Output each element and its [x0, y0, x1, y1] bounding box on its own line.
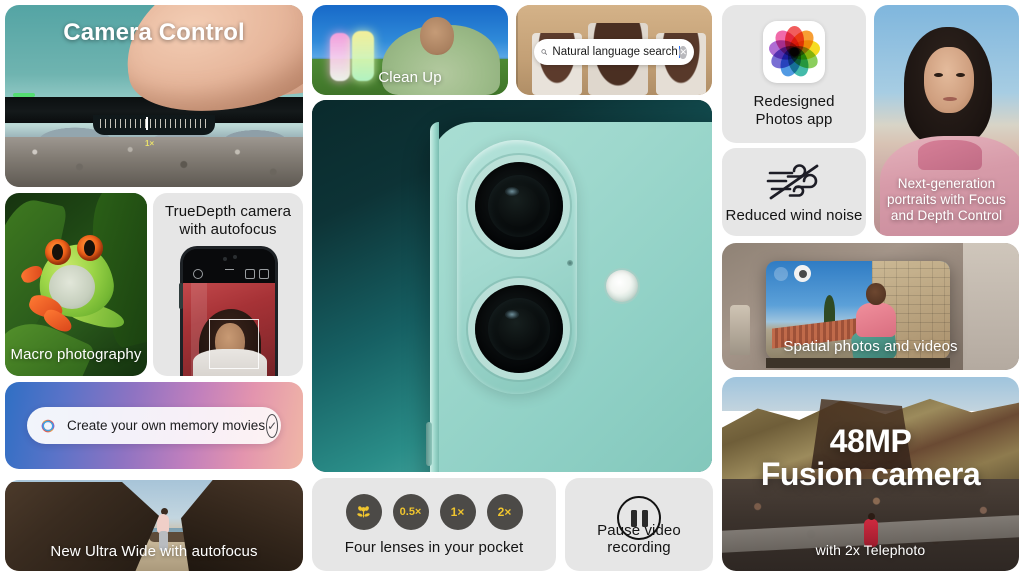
- flower-icon: [357, 505, 370, 517]
- tile-macro-photography[interactable]: Macro photography: [5, 193, 147, 376]
- tile-wind-noise[interactable]: Reduced wind noise: [722, 148, 866, 236]
- phone-volume-button: [179, 283, 183, 309]
- feature-grid: 1× Camera Control Clean Up Natural langu…: [0, 0, 1024, 576]
- frog-pupil-left: [52, 244, 63, 260]
- memory-movie-input[interactable]: Create your own memory movies ✓: [27, 407, 281, 444]
- status-led: [13, 93, 35, 97]
- clear-search-icon[interactable]: ✕: [679, 45, 687, 59]
- hiker-head: [868, 513, 875, 520]
- camera-control-caption: Camera Control: [63, 19, 245, 46]
- portraits-caption-line2: portraits with Focus: [886, 192, 1007, 208]
- iphone-side-button: [426, 422, 432, 466]
- lens-glint: [504, 186, 519, 196]
- fusion-title-line1: 48MP: [829, 423, 912, 459]
- photos-app-icon[interactable]: [763, 21, 825, 83]
- tile-clean-up[interactable]: Clean Up: [312, 5, 508, 95]
- portraits-caption: Next-generation portraits with Focus and…: [874, 176, 1019, 224]
- chevron-icon: [225, 269, 234, 274]
- sensor-dot-2: [233, 255, 237, 259]
- lens-inner-ring: [488, 175, 550, 237]
- person-head: [420, 17, 454, 55]
- tile-fusion-camera[interactable]: 48MP Fusion camera with 2x Telephoto: [722, 377, 1019, 571]
- tile-photos-app[interactable]: Redesigned Photos app: [722, 5, 866, 143]
- wind-noise-caption: Reduced wind noise: [725, 207, 863, 225]
- tile-truedepth-camera[interactable]: TrueDepth camera with autofocus: [153, 193, 303, 376]
- microphone-hole: [567, 260, 573, 266]
- fusion-subtitle: with 2x Telephoto: [815, 542, 926, 559]
- iphone-side-edge: [430, 122, 439, 472]
- photos-app-caption-line2: Photos app: [755, 110, 833, 128]
- ultra-wide-caption: New Ultra Wide with autofocus: [50, 543, 258, 561]
- subject-mouth: [943, 97, 957, 101]
- portraits-caption-line3: and Depth Control: [890, 208, 1003, 224]
- macro-caption: Macro photography: [10, 346, 142, 364]
- lens-2x-button[interactable]: 2×: [486, 494, 523, 530]
- tile-four-lenses[interactable]: 0.5× 1× 2× Four lenses in your pocket: [312, 478, 556, 571]
- macro-lens-button[interactable]: [345, 494, 382, 530]
- spatial-badge-icon[interactable]: [794, 265, 811, 282]
- truedepth-caption: TrueDepth camera with autofocus: [153, 203, 303, 238]
- fusion-title-line2: Fusion camera: [760, 455, 981, 492]
- portraits-caption-line1: Next-generation: [897, 176, 996, 192]
- frog-pupil-right: [84, 240, 95, 256]
- phone-mockup: [183, 249, 275, 376]
- clean-up-caption: Clean Up: [378, 69, 442, 87]
- zoom-indicator-label: 1×: [145, 139, 155, 148]
- camera-flash: [606, 270, 638, 302]
- slider-active-tick: [146, 117, 148, 130]
- tile-pause-video[interactable]: Pause video recording: [565, 478, 713, 571]
- camera-lens-bottom: [475, 285, 563, 373]
- frog-eye-left: [45, 239, 71, 265]
- lens-button-row: 0.5× 1× 2×: [312, 494, 556, 530]
- confirm-button[interactable]: ✓: [266, 413, 279, 438]
- autofocus-frame: [209, 319, 259, 369]
- flash-icon: [193, 269, 203, 279]
- pause-video-caption: Pause video recording: [597, 521, 681, 557]
- photos-app-caption-line1: Redesigned: [753, 93, 835, 110]
- search-input[interactable]: Natural language search ✕: [534, 39, 694, 65]
- memory-movie-value: Create your own memory movies: [67, 418, 266, 433]
- tile-iphone-camera-hero[interactable]: [312, 100, 712, 472]
- back-button[interactable]: [774, 267, 788, 281]
- lens-0-5x-button[interactable]: 0.5×: [392, 494, 429, 530]
- subject-collar: [918, 140, 982, 170]
- person-shirt: [856, 303, 896, 337]
- subject-eye-left: [934, 73, 943, 77]
- live-photo-icon: [245, 269, 255, 279]
- camera-lens-top: [475, 162, 563, 250]
- photos-app-caption: Redesigned Photos app: [722, 93, 866, 128]
- spatial-caption: Spatial photos and videos: [783, 338, 958, 356]
- sensor-dot-1: [223, 257, 227, 261]
- tile-portraits[interactable]: Next-generation portraits with Focus and…: [874, 5, 1019, 236]
- badge-dot: [798, 269, 807, 278]
- tile-memory-movies[interactable]: Create your own memory movies ✓: [5, 382, 303, 469]
- tile-natural-language-search[interactable]: Natural language search ✕: [516, 5, 712, 95]
- truedepth-caption-line1: TrueDepth camera: [164, 203, 292, 220]
- subject-eye-right: [956, 73, 965, 77]
- window-ledge: [766, 358, 950, 368]
- four-lenses-caption: Four lenses in your pocket: [344, 539, 524, 557]
- lens-1x-button[interactable]: 1×: [439, 494, 476, 530]
- person-head: [866, 283, 886, 305]
- viewfinder-preview: [183, 283, 275, 376]
- fusion-title: 48MP Fusion camera: [722, 425, 1019, 490]
- tile-camera-control[interactable]: 1× Camera Control: [5, 5, 303, 187]
- lens-glint: [504, 309, 519, 319]
- wind-noise-off-icon: [766, 164, 819, 200]
- truedepth-caption-line2: with autofocus: [179, 220, 277, 238]
- tile-ultra-wide[interactable]: New Ultra Wide with autofocus: [5, 480, 303, 571]
- frog-eye-right: [77, 235, 103, 261]
- lens-inner-ring: [488, 298, 550, 360]
- tile-spatial-photos[interactable]: Spatial photos and videos: [722, 243, 1019, 370]
- search-input-value: Natural language search: [552, 46, 678, 58]
- slider-ticks: [100, 119, 208, 128]
- aspect-ratio-icon: [259, 269, 269, 279]
- apple-intelligence-icon: [41, 419, 55, 432]
- subject-face: [924, 47, 974, 113]
- search-icon: [541, 49, 548, 55]
